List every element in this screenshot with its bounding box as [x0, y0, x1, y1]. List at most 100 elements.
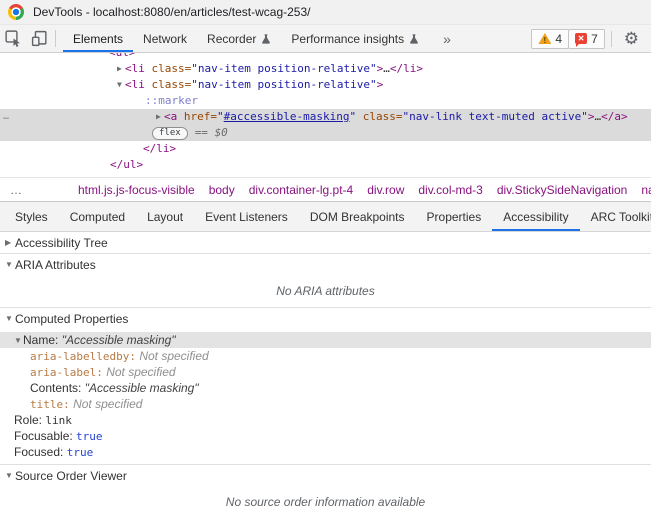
property-row-aria-label[interactable]: aria-label: Not specified	[0, 364, 651, 380]
breadcrumb: … html.js.js-focus-visible body div.contain…	[0, 177, 651, 201]
devtools-window: DevTools - localhost:8080/en/articles/te…	[0, 0, 651, 522]
breadcrumb-item[interactable]: div.container-lg.pt-4	[249, 183, 354, 197]
code-token: ==	[194, 126, 215, 139]
tab-label: DOM Breakpoints	[309, 209, 405, 224]
property-label: aria-label:	[30, 366, 103, 379]
code-token: "nav-item position-relative"	[191, 62, 377, 75]
tab-computed[interactable]: Computed	[59, 202, 136, 231]
tab-accessibility[interactable]: Accessibility	[492, 202, 579, 231]
tab-layout[interactable]: Layout	[136, 202, 194, 231]
property-row-role[interactable]: Role: link	[0, 412, 651, 428]
empty-message: No source order information available	[225, 495, 426, 509]
computed-properties-list: ▼Name: "Accessible masking" aria-labelled…	[0, 329, 651, 464]
section-header-accessibility-tree[interactable]: ▶ Accessibility Tree	[0, 232, 651, 253]
expand-arrow-icon: ▶	[156, 112, 161, 121]
tab-styles[interactable]: Styles	[4, 202, 59, 231]
code-token: "nav-link text-muted active"	[402, 110, 588, 123]
tab-label: Performance insights	[291, 31, 405, 46]
expand-arrow-open-icon: ▼	[5, 314, 13, 323]
empty-message: No ARIA attributes	[276, 284, 375, 298]
code-token: >	[587, 110, 595, 123]
property-row-contents[interactable]: Contents: "Accessible masking"	[0, 380, 651, 396]
main-tab-strip: Elements Network Recorder Performance insig…	[63, 25, 429, 52]
more-tabs-chevron[interactable]: »	[443, 31, 451, 47]
property-label: Name:	[23, 333, 62, 347]
breadcrumb-item[interactable]: div.col-md-3	[418, 183, 482, 197]
tab-performance-insights[interactable]: Performance insights	[281, 25, 429, 52]
section-accessibility-tree: ▶ Accessibility Tree	[0, 232, 651, 254]
section-header-computed-properties[interactable]: ▼ Computed Properties	[0, 308, 651, 329]
code-token: <li	[125, 62, 145, 75]
code-token: $0	[214, 126, 228, 139]
settings-gear-icon[interactable]: ⚙	[618, 30, 645, 47]
property-row-aria-labelledby[interactable]: aria-labelledby: Not specified	[0, 348, 651, 364]
code-token: </ul>	[110, 158, 144, 171]
property-row-name[interactable]: ▼Name: "Accessible masking"	[0, 332, 651, 348]
chrome-logo-icon	[8, 4, 24, 20]
property-row-title[interactable]: title: Not specified	[0, 396, 651, 412]
section-title: ARIA Attributes	[15, 257, 96, 272]
breadcrumb-item[interactable]: div.StickySideNavigation	[497, 183, 628, 197]
breadcrumb-item[interactable]: div.row	[367, 183, 404, 197]
tab-label: Layout	[147, 209, 184, 224]
breadcrumb-item[interactable]: nav#toc.	[641, 183, 651, 197]
code-token: #accessible-masking	[223, 110, 350, 123]
expand-arrow-open-icon: ▼	[5, 260, 13, 269]
breadcrumb-overflow[interactable]: …	[10, 183, 22, 197]
tab-dom-breakpoints[interactable]: DOM Breakpoints	[299, 202, 416, 231]
property-label: title:	[30, 398, 70, 411]
section-header-source-order-viewer[interactable]: ▼ Source Order Viewer	[0, 465, 651, 486]
expand-arrow-open-icon: ▼	[117, 80, 122, 89]
tree-row[interactable]: … ▶ <a href="#accessible-masking" class="n…	[0, 109, 651, 125]
errors-badge[interactable]: ✕ 7	[568, 28, 605, 49]
tree-row[interactable]: ▼ <li class="nav-item position-relative">	[0, 77, 651, 93]
property-value: "Accessible masking"	[61, 333, 176, 347]
code-token: <li	[125, 78, 145, 91]
window-title: DevTools - localhost:8080/en/articles/te…	[33, 5, 311, 19]
warnings-badge[interactable]: ! 4	[531, 28, 570, 49]
property-label: Focusable:	[14, 429, 77, 443]
property-value: Not specified	[106, 365, 176, 379]
tab-label: Styles	[15, 209, 48, 224]
section-header-aria-attributes[interactable]: ▼ ARIA Attributes	[0, 254, 651, 275]
tree-row[interactable]: </ul>	[0, 157, 651, 173]
tab-label: ARC Toolkit	[590, 209, 651, 224]
tree-row[interactable]: ▶ <li class="nav-item position-relative">…	[0, 61, 651, 77]
tab-properties[interactable]: Properties	[416, 202, 493, 231]
breadcrumb-item[interactable]: html.js.js-focus-visible	[78, 183, 195, 197]
code-token: <a	[164, 110, 184, 123]
property-label: aria-labelledby:	[30, 350, 136, 363]
property-value: true	[66, 446, 94, 459]
error-count: 7	[591, 31, 598, 46]
tab-label: Network	[143, 31, 188, 46]
tab-label: Event Listeners	[205, 209, 288, 224]
tree-row[interactable]: ::marker	[0, 93, 651, 109]
property-row-focused[interactable]: Focused: true	[0, 444, 651, 460]
tree-row[interactable]: flex == $0	[0, 125, 651, 141]
inspect-element-icon[interactable]	[0, 25, 26, 52]
code-token: class=	[144, 62, 192, 75]
tree-row[interactable]: <ul>	[0, 53, 651, 61]
tab-label: Elements	[73, 31, 124, 46]
tab-label: Properties	[426, 209, 482, 224]
tree-row[interactable]: </li>	[0, 141, 651, 157]
breadcrumb-item[interactable]: body	[209, 183, 235, 197]
property-value: Not specified	[73, 397, 143, 411]
flask-icon	[261, 33, 271, 45]
tab-arc-toolkit[interactable]: ARC Toolkit	[580, 202, 651, 231]
property-row-focusable[interactable]: Focusable: true	[0, 428, 651, 444]
flex-badge: flex	[152, 127, 188, 140]
tab-network[interactable]: Network	[133, 25, 197, 52]
error-icon: ✕	[575, 33, 588, 47]
code-token: "nav-item position-relative"	[191, 78, 377, 91]
property-label: Focused:	[14, 445, 67, 459]
device-toolbar-icon[interactable]	[26, 25, 52, 52]
tab-label: Accessibility	[503, 209, 569, 224]
code-token: "	[217, 110, 224, 123]
main-toolbar: Elements Network Recorder Performance insig…	[0, 25, 651, 53]
tab-event-listeners[interactable]: Event Listeners	[194, 202, 299, 231]
flask-icon	[409, 33, 419, 45]
tab-recorder[interactable]: Recorder	[197, 25, 281, 52]
property-value: Not specified	[139, 349, 209, 363]
tab-elements[interactable]: Elements	[63, 25, 133, 52]
